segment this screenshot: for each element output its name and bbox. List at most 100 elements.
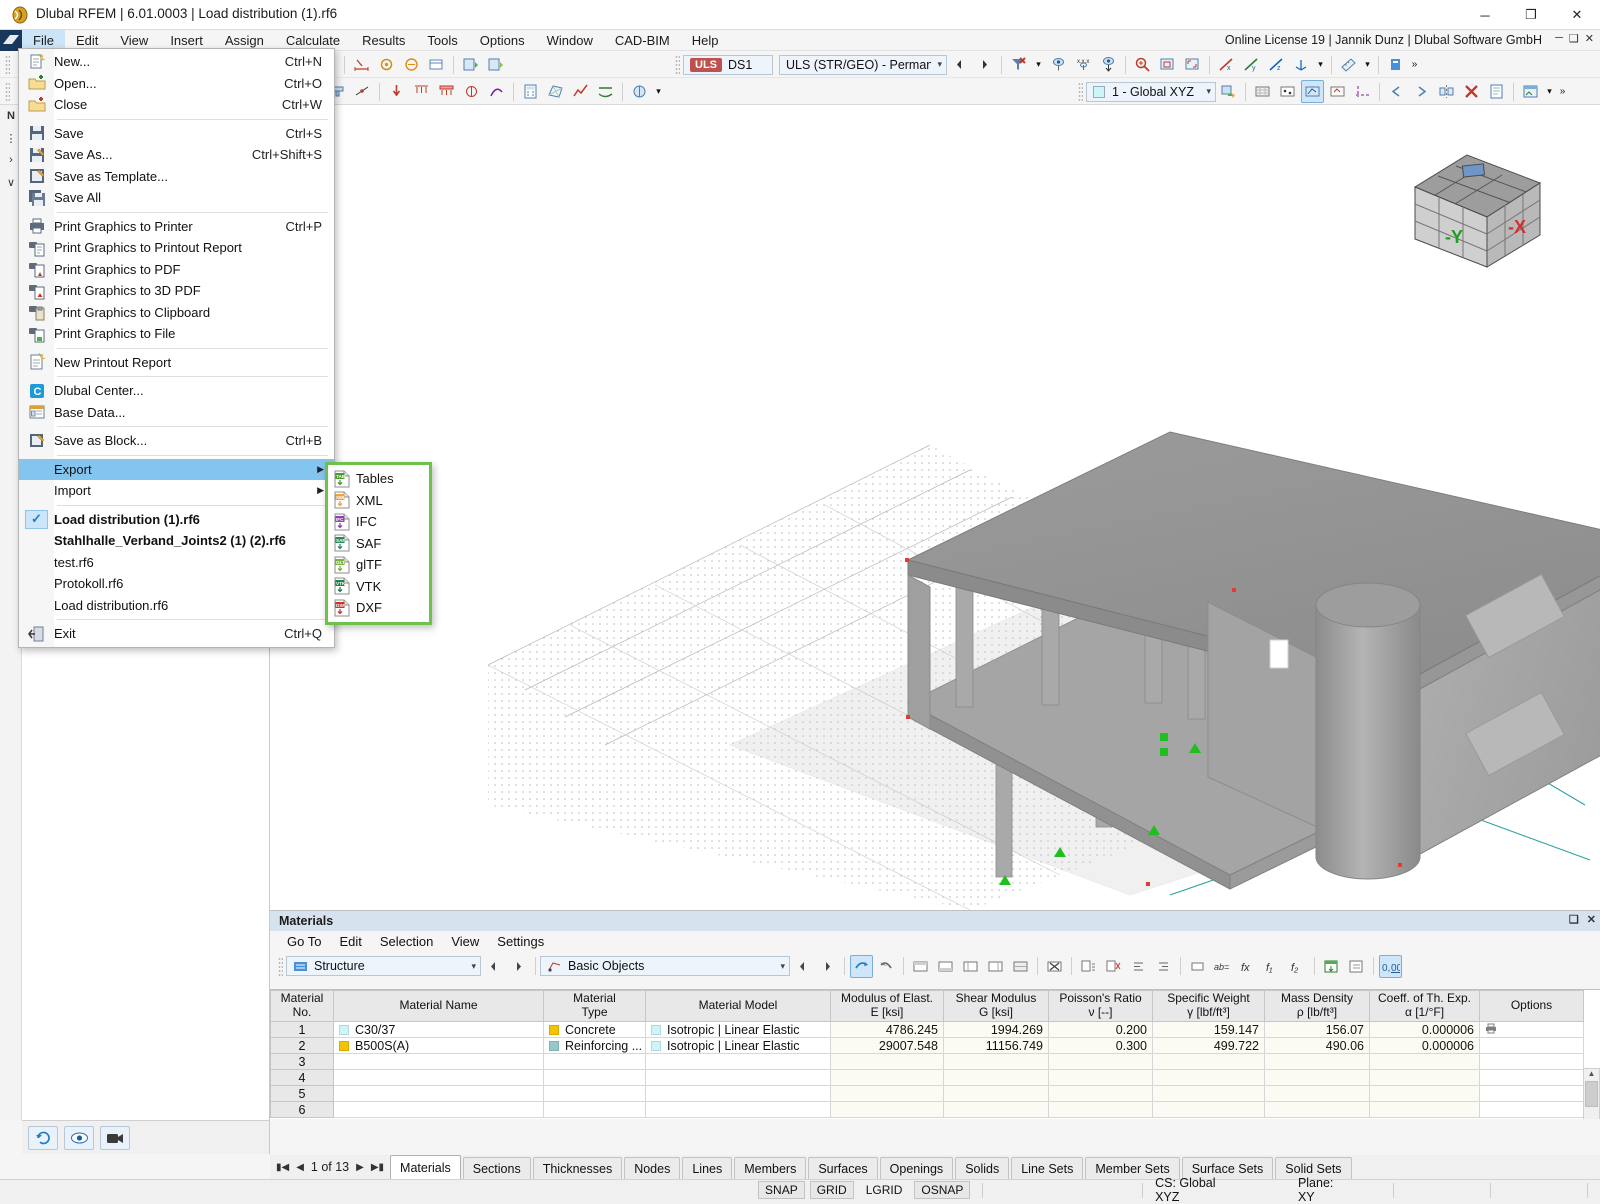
cell-mass-density[interactable] <box>1264 1101 1370 1118</box>
cell-options[interactable] <box>1479 1053 1584 1070</box>
export-item-tables[interactable]: TAB Tables <box>328 468 429 490</box>
export-item-vtk[interactable]: VTK VTK <box>328 576 429 598</box>
insert-row-icon[interactable] <box>909 955 932 978</box>
export-item-saf[interactable]: SAF SAF <box>328 533 429 555</box>
toolbar-grip[interactable] <box>1078 82 1083 101</box>
back-view-icon[interactable] <box>1385 80 1408 103</box>
cell-modulus-elasticity[interactable] <box>830 1085 944 1102</box>
cell-thermal-expansion[interactable]: 0.000006 <box>1369 1037 1480 1054</box>
file-menu-item-print-graphics-to-printer[interactable]: Print Graphics to Printer Ctrl+P <box>19 216 334 238</box>
grid-settings-icon[interactable] <box>1251 80 1274 103</box>
cell-material-type[interactable]: Concrete <box>543 1021 646 1038</box>
cell-thermal-expansion[interactable] <box>1369 1101 1480 1118</box>
snap-icon[interactable] <box>375 53 398 76</box>
last-page-icon[interactable]: ▶▮ <box>371 1162 384 1173</box>
first-page-icon[interactable]: ▮◀ <box>276 1162 289 1173</box>
properties-icon[interactable] <box>1485 80 1508 103</box>
panel-menu-settings[interactable]: Settings <box>488 931 553 953</box>
coordinate-system-combo[interactable]: 1 - Global XYZ ▾ <box>1086 81 1216 102</box>
menu-cad-bim[interactable]: CAD-BIM <box>604 30 681 51</box>
row-group-icon[interactable] <box>1009 955 1032 978</box>
filter-dropdown-icon[interactable]: ▾ <box>1032 53 1045 76</box>
table-header-material-model[interactable]: Material Model <box>645 990 831 1022</box>
cell-poissons-ratio[interactable]: 0.300 <box>1048 1037 1153 1054</box>
cell-material-no[interactable]: 1 <box>270 1021 334 1038</box>
objects-next-icon[interactable] <box>816 955 839 978</box>
formula-add-icon[interactable]: f₁ <box>1261 955 1284 978</box>
cell-modulus-elasticity[interactable] <box>830 1069 944 1086</box>
tab-surfaces[interactable]: Surfaces <box>808 1157 878 1179</box>
snap-toggle[interactable]: SNAP <box>758 1181 805 1199</box>
cell-material-name[interactable] <box>333 1101 544 1118</box>
file-menu-item-save-as[interactable]: Save As... Ctrl+Shift+S <box>19 144 334 166</box>
calculate-icon[interactable] <box>519 80 542 103</box>
dimension-icon[interactable] <box>350 53 373 76</box>
zoom-fit-icon[interactable] <box>1181 53 1204 76</box>
panel-restore-icon[interactable]: ❑ <box>1569 913 1579 926</box>
table-row[interactable]: 2 B500S(A) Reinforcing ... Isotropic | Line… <box>270 1037 1584 1054</box>
load-combination-combo[interactable]: ULS (STR/GEO) - Permane... ▾ <box>779 54 947 75</box>
file-menu-item-save-as-block[interactable]: Save as Block... Ctrl+B <box>19 430 334 452</box>
cell-poissons-ratio[interactable] <box>1048 1101 1153 1118</box>
table-header-no[interactable]: Material No. <box>270 990 334 1022</box>
file-menu-item-load-distribution-1-rf6[interactable]: ✓ Load distribution (1).rf6 <box>19 509 334 531</box>
table-header-[interactable]: Poisson's Ratio ν [--] <box>1048 990 1153 1022</box>
cell-material-no[interactable]: 2 <box>270 1037 334 1054</box>
row-props-icon[interactable] <box>959 955 982 978</box>
render-icon[interactable] <box>1097 53 1120 76</box>
layers-icon[interactable] <box>425 53 448 76</box>
cell-thermal-expansion[interactable]: 0.000006 <box>1369 1021 1480 1038</box>
cell-shear-modulus[interactable] <box>943 1085 1049 1102</box>
row-filter-icon[interactable] <box>984 955 1007 978</box>
next-case-icon[interactable] <box>973 53 996 76</box>
delete-icon[interactable] <box>1460 80 1483 103</box>
file-menu-item-dlubal-center[interactable]: C Dlubal Center... <box>19 380 334 402</box>
menu-window[interactable]: Window <box>536 30 604 51</box>
file-menu-popup[interactable]: New... Ctrl+N Open... Ctrl+O Close Ctrl+W Save… <box>18 48 335 648</box>
cut-row-icon[interactable] <box>1102 955 1125 978</box>
menu-help[interactable]: Help <box>681 30 730 51</box>
table-header-material-name[interactable]: Material Name <box>333 990 544 1022</box>
table-vertical-scrollbar[interactable]: ▲ <box>1583 1068 1600 1119</box>
file-menu-item-exit[interactable]: Exit Ctrl+Q <box>19 623 334 645</box>
file-menu-item-stahlhalle-verband-joints2-1-2-rf6[interactable]: Stahlhalle_Verband_Joints2 (1) (2).rf6 <box>19 530 334 552</box>
navigator-refresh-icon[interactable] <box>28 1125 58 1150</box>
table-row[interactable]: 1 C30/37 Concrete Isotropic | Linear Elasti… <box>270 1021 1584 1038</box>
table-header-type[interactable]: Material Type <box>543 990 646 1022</box>
select-in-table-icon[interactable] <box>875 955 898 978</box>
cell-material-no[interactable]: 3 <box>270 1053 334 1070</box>
file-menu-item-import[interactable]: Import ▶ <box>19 480 334 502</box>
axis-xyz-icon[interactable] <box>1290 53 1313 76</box>
nodal-load-icon[interactable] <box>385 80 408 103</box>
cell-material-model[interactable] <box>645 1101 831 1118</box>
cell-material-name[interactable]: B500S(A) <box>333 1037 544 1054</box>
abc-icon[interactable]: ab= <box>1211 955 1234 978</box>
table-header-lbf-ft[interactable]: Specific Weight γ [lbf/ft³] <box>1152 990 1265 1022</box>
cell-thermal-expansion[interactable] <box>1369 1069 1480 1086</box>
cell-material-name[interactable] <box>333 1069 544 1086</box>
toolbar-grip[interactable] <box>5 82 10 101</box>
panel-toolbar-grip[interactable] <box>278 956 283 976</box>
formula-icon[interactable]: fx <box>1236 955 1259 978</box>
surface-load-icon[interactable] <box>435 80 458 103</box>
chevron-down-icon[interactable]: ▾ <box>1315 53 1326 76</box>
toolbar-grip[interactable] <box>675 55 680 74</box>
file-menu-item-print-graphics-to-pdf[interactable]: Print Graphics to PDF <box>19 259 334 281</box>
table-row[interactable]: 3 <box>270 1053 1584 1070</box>
settings-icon[interactable] <box>1384 53 1407 76</box>
lgrid-toggle[interactable]: LGRID <box>859 1181 910 1199</box>
zoom-in-icon[interactable] <box>1131 53 1154 76</box>
table-header-e-ksi[interactable]: Modulus of Elast. E [ksi] <box>830 990 944 1022</box>
file-menu-item-load-distribution-rf6[interactable]: Load distribution.rf6 <box>19 595 334 617</box>
structure-next-icon[interactable] <box>507 955 530 978</box>
visibility-icon[interactable] <box>1047 53 1070 76</box>
cell-specific-weight[interactable] <box>1152 1069 1265 1086</box>
structure-filter-combo[interactable]: Structure ▾ <box>286 956 481 976</box>
cell-shear-modulus[interactable] <box>943 1101 1049 1118</box>
cell-material-name[interactable] <box>333 1085 544 1102</box>
table-row[interactable]: 6 <box>270 1101 1584 1118</box>
cell-mass-density[interactable]: 156.07 <box>1264 1021 1370 1038</box>
chevron-double-right-icon[interactable]: » <box>1409 53 1420 76</box>
table-header-lb-ft[interactable]: Mass Density ρ [lb/ft³] <box>1264 990 1370 1022</box>
cell-material-type[interactable] <box>543 1101 646 1118</box>
